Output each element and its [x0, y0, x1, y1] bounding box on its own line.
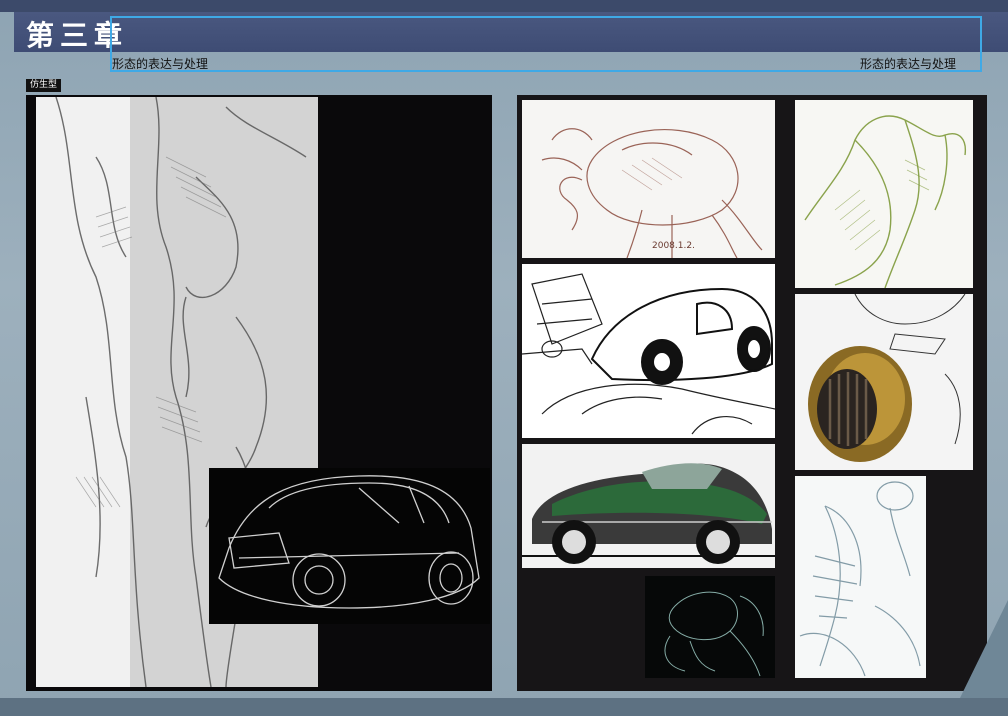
crab-sketch: 2008.1.2. — [522, 100, 775, 258]
green-car-render — [522, 444, 775, 568]
accent-line-bottom — [110, 70, 982, 72]
left-panel — [26, 95, 492, 691]
accent-line-right — [980, 16, 982, 72]
car-wireframe-sketch — [209, 468, 490, 624]
bottom-bar — [0, 698, 1008, 716]
subtitle-right: 形态的表达与处理 — [860, 57, 957, 71]
helmet-render — [795, 294, 973, 470]
subtitle-left: 形态的表达与处理 — [112, 57, 209, 71]
right-panel: 2008.1.2. — [517, 95, 987, 691]
green-torso-sketch — [795, 100, 973, 288]
accent-line-top — [110, 16, 982, 18]
top-strip — [0, 0, 1008, 12]
title-bar — [14, 12, 1008, 52]
dark-crab-sketch — [645, 576, 775, 678]
seashell-turtle-sketch — [795, 476, 926, 678]
section-tag: 仿生型 — [26, 79, 62, 92]
chapter-title: 第三章 — [26, 19, 129, 52]
svg-text:2008.1.2.: 2008.1.2. — [652, 241, 695, 251]
car-interior-sketch — [522, 264, 775, 438]
